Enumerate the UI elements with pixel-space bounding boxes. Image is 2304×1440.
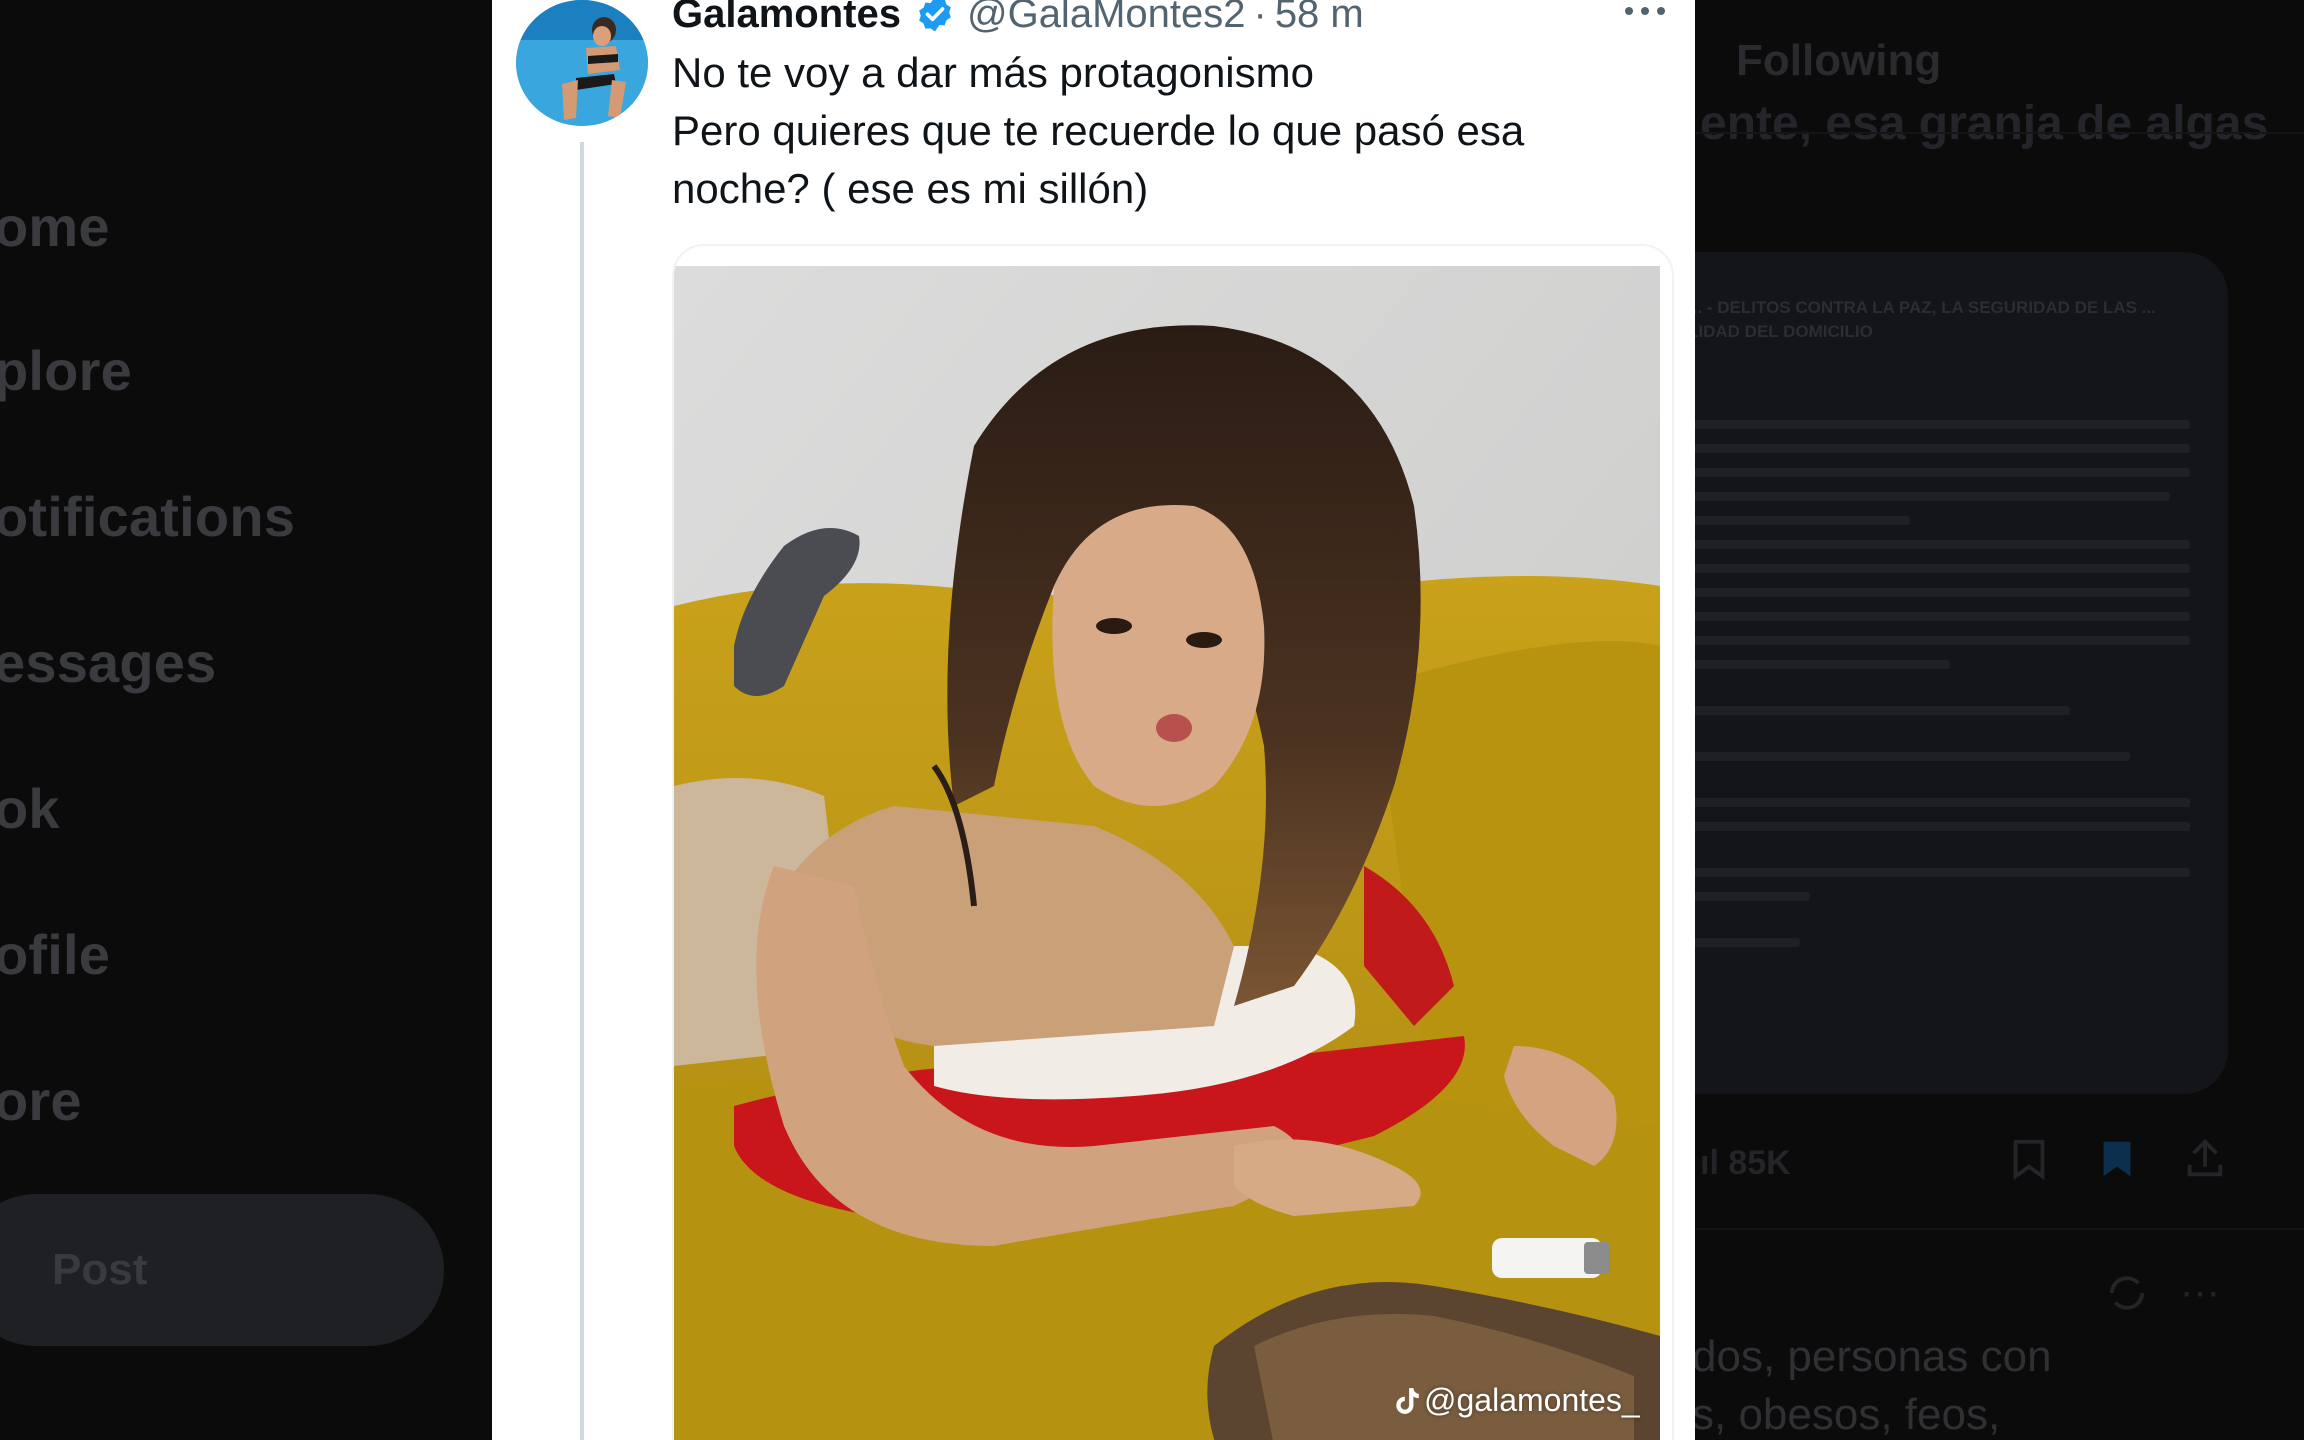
document-line bbox=[1690, 444, 2190, 453]
bookmark-filled-icon[interactable] bbox=[2094, 1136, 2140, 1182]
repost-icon[interactable] bbox=[2104, 1270, 2150, 1316]
document-line bbox=[1690, 752, 2130, 761]
right-post-text: ente, esa granja de algas bbox=[1700, 97, 2269, 150]
watermark-text: @galamontes_ bbox=[1424, 1382, 1640, 1418]
document-line bbox=[1690, 468, 2190, 477]
handle[interactable]: @GalaMontes2 bbox=[967, 0, 1246, 37]
document-title: ... - DELITOS CONTRA LA PAZ, LA SEGURIDA… bbox=[1688, 298, 2156, 341]
reply-text-line: dos, personas con bbox=[1692, 1332, 2052, 1381]
document-line bbox=[1690, 892, 1810, 901]
tweet-card[interactable]: Galamontes @GalaMontes2 · 58 m No te voy… bbox=[492, 0, 1695, 1440]
avatar[interactable] bbox=[516, 0, 648, 126]
post-button-label: Post bbox=[52, 1245, 148, 1294]
post-button[interactable]: Post bbox=[0, 1194, 444, 1346]
document-image-card[interactable]: ... - DELITOS CONTRA LA PAZ, LA SEGURIDA… bbox=[1650, 252, 2228, 1094]
separator-dot: · bbox=[1253, 0, 1267, 36]
analytics-icon: ıl bbox=[1700, 1144, 1729, 1182]
views-count[interactable]: ıl 85K bbox=[1700, 1144, 1791, 1183]
photo-illustration bbox=[674, 266, 1660, 1440]
tweet-header: Galamontes @GalaMontes2 · 58 m bbox=[672, 0, 1364, 40]
document-line bbox=[1690, 588, 2190, 597]
document-line bbox=[1690, 612, 2190, 621]
sidebar-item-explore[interactable]: plore bbox=[0, 338, 132, 403]
document-line bbox=[1690, 420, 2190, 429]
sidebar-item-home[interactable]: ome bbox=[0, 194, 110, 259]
display-name[interactable]: Galamontes bbox=[672, 0, 901, 37]
thread-line bbox=[580, 142, 584, 1440]
document-line bbox=[1690, 798, 2190, 807]
media-photo[interactable]: @galamontes_ bbox=[674, 266, 1660, 1440]
tiktok-icon bbox=[1396, 1387, 1419, 1414]
document-line bbox=[1690, 636, 2190, 645]
more-icon-dim[interactable]: ··· bbox=[2180, 1270, 2220, 1315]
tab-following[interactable]: Following bbox=[1736, 36, 1941, 86]
verified-badge-icon bbox=[919, 0, 951, 32]
media-watermark: @galamontes_ bbox=[1394, 1382, 1640, 1419]
tweet-text-line: noche? ( ese es mi sillón) bbox=[672, 165, 1149, 212]
document-line bbox=[1690, 492, 2170, 501]
tweet-media[interactable]: @galamontes_ bbox=[672, 244, 1674, 1440]
document-line bbox=[1690, 660, 1950, 669]
divider bbox=[1696, 132, 2304, 134]
reply-text-line: s, obesos, feos, bbox=[1692, 1390, 2001, 1439]
document-line bbox=[1690, 822, 2190, 831]
tweet-text: No te voy a dar más protagonismo Pero qu… bbox=[672, 44, 1652, 218]
document-line bbox=[1690, 706, 2070, 715]
tweet-text-line: Pero quieres que te recuerde lo que pasó… bbox=[672, 107, 1525, 154]
document-line bbox=[1690, 516, 1910, 525]
more-icon[interactable] bbox=[1622, 4, 1668, 18]
timestamp[interactable]: 58 m bbox=[1275, 0, 1364, 37]
avatar-photo bbox=[516, 0, 648, 126]
share-icon[interactable] bbox=[2182, 1136, 2228, 1182]
document-line bbox=[1690, 540, 2190, 549]
tweet-text-line: No te voy a dar más protagonismo bbox=[672, 49, 1314, 96]
sidebar-item-more[interactable]: ore bbox=[0, 1068, 82, 1133]
bookmark-icon[interactable] bbox=[2006, 1136, 2052, 1182]
sidebar-item-notifications[interactable]: otifications bbox=[0, 484, 295, 549]
sidebar-item-messages[interactable]: essages bbox=[0, 630, 216, 695]
sidebar-item-profile[interactable]: ofile bbox=[0, 922, 110, 987]
views-value: 85K bbox=[1728, 1144, 1791, 1182]
document-line bbox=[1690, 564, 2190, 573]
sidebar-item-grok[interactable]: ok bbox=[0, 776, 60, 841]
document-line bbox=[1690, 868, 2190, 877]
divider bbox=[1696, 1228, 2304, 1230]
document-line bbox=[1690, 938, 1800, 947]
